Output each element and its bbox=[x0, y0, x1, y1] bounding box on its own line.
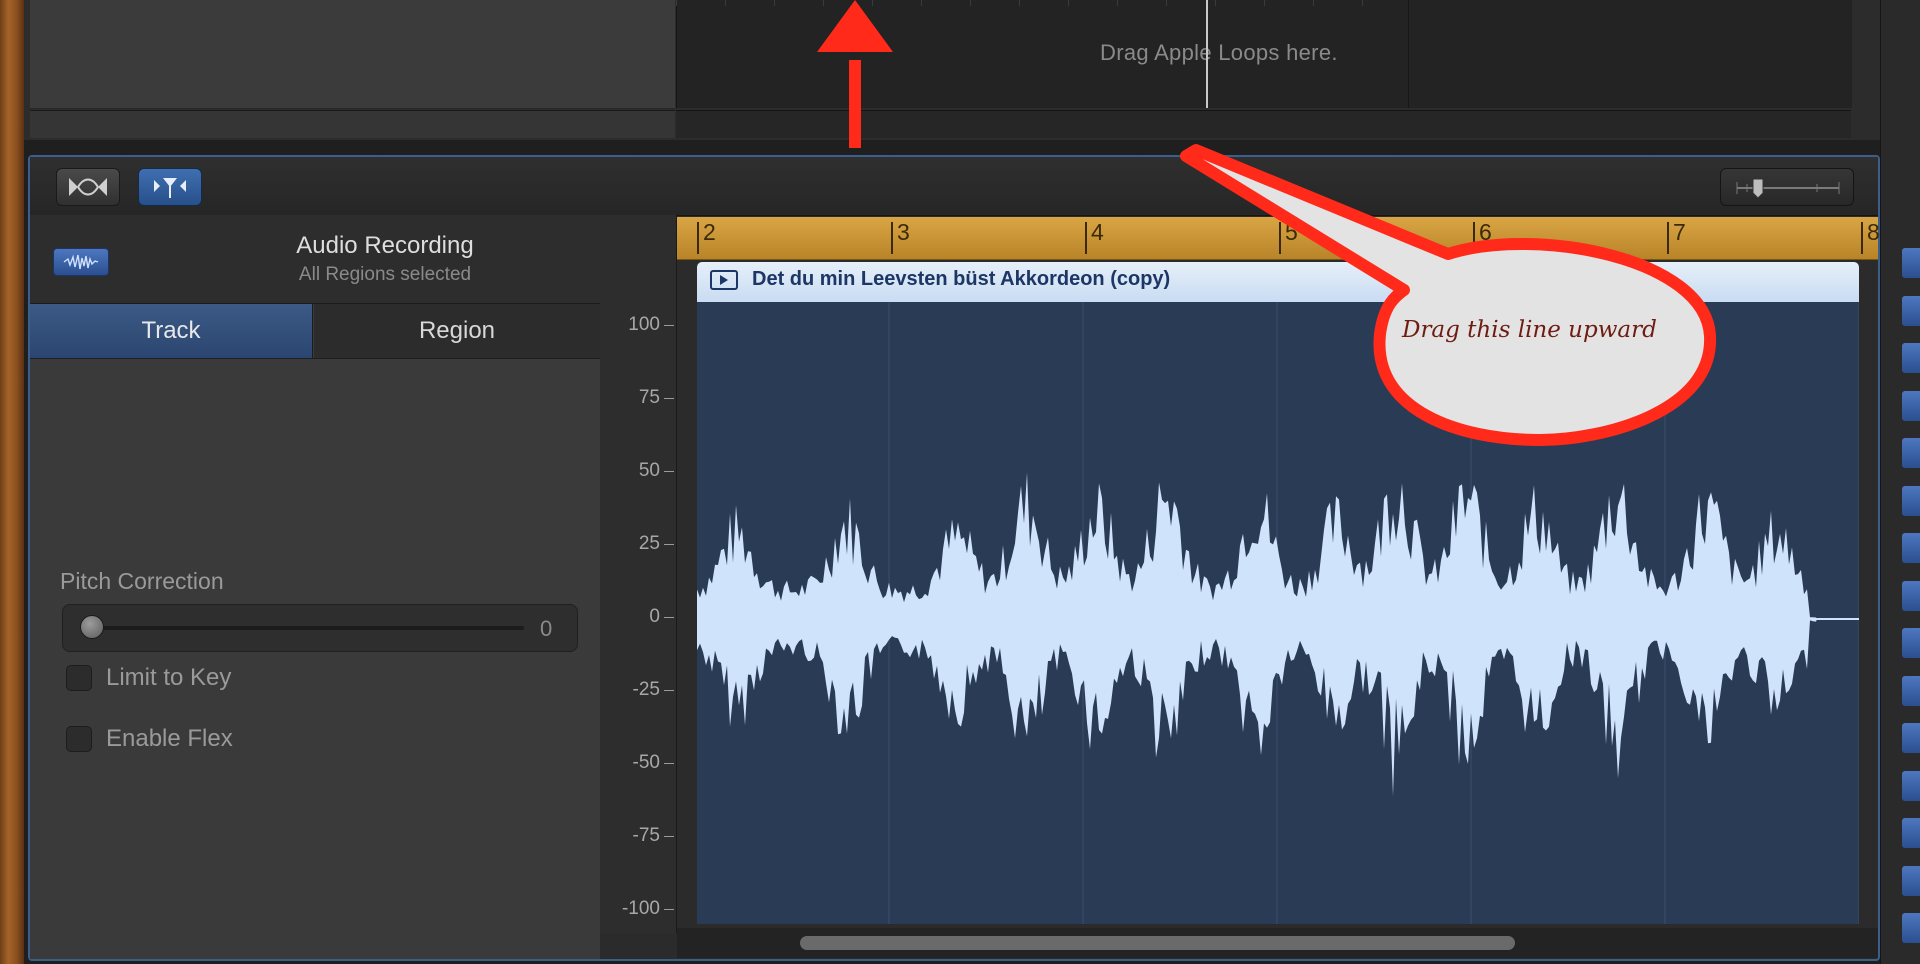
arrow-up-icon bbox=[817, 0, 893, 52]
tutorial-annotation bbox=[817, 0, 1717, 446]
arrow-up-shaft bbox=[849, 60, 861, 148]
callout-bubble bbox=[1180, 144, 1717, 446]
callout-text: Drag this line upward bbox=[1402, 317, 1657, 343]
